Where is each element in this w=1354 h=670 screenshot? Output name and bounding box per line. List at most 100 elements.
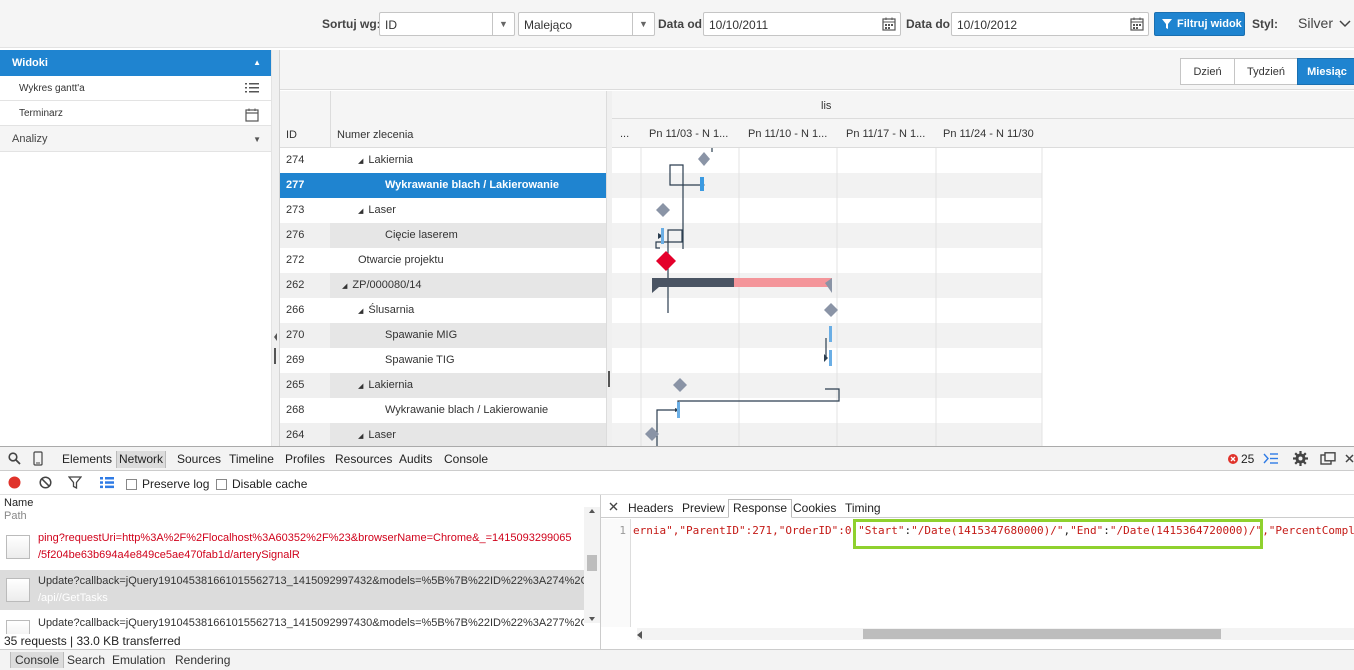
table-row[interactable]: 270 Spawanie MIG: [280, 323, 606, 348]
sort-select[interactable]: ID ▼: [379, 12, 515, 36]
table-row[interactable]: 266 ◢ Ślusarnia: [280, 298, 606, 323]
detail-tab-timing[interactable]: Timing: [845, 501, 881, 515]
table-row[interactable]: 265 ◢ Lakiernia: [280, 373, 606, 398]
response-body[interactable]: 1 ernia","ParentID":271,"OrderID":0,"Sta…: [601, 519, 1354, 627]
dock-icon[interactable]: [1320, 452, 1336, 465]
drawer-toggle-icon[interactable]: [1263, 452, 1279, 465]
panel-splitter[interactable]: [271, 50, 279, 446]
task-name-cell: ◢ Lakiernia: [358, 379, 413, 391]
devtools-tab-resources[interactable]: Resources: [335, 452, 392, 466]
request-row[interactable]: ping?requestUri=http%3A%2F%2Flocalhost%3…: [0, 527, 584, 567]
task-bar-268[interactable]: [677, 402, 680, 418]
filter-view-button[interactable]: Filtruj widok: [1154, 12, 1245, 36]
analysis-section-header[interactable]: Analizy ▼: [0, 126, 271, 152]
file-icon: [6, 578, 30, 602]
calendar-icon[interactable]: [880, 15, 898, 33]
clear-icon[interactable]: [39, 476, 52, 489]
detail-tab-cookies[interactable]: Cookies: [793, 501, 836, 515]
detail-tab-headers[interactable]: Headers: [628, 501, 673, 515]
record-icon[interactable]: [8, 476, 21, 489]
task-bar-276[interactable]: [661, 228, 664, 244]
summary-bar-262-complete[interactable]: [652, 278, 734, 287]
drawer-tab-emulation[interactable]: Emulation: [112, 653, 165, 667]
table-row[interactable]: 272 Otwarcie projektu: [280, 248, 606, 273]
task-id: 264: [286, 429, 305, 441]
detail-tab-preview[interactable]: Preview: [682, 501, 725, 515]
collapse-icon[interactable]: ◢: [358, 433, 363, 440]
mobile-device-icon[interactable]: [33, 451, 43, 466]
order-select[interactable]: Malejąco ▼: [518, 12, 655, 36]
table-row[interactable]: 276 Cięcie laserem: [280, 223, 606, 248]
view-button-month[interactable]: Miesiąc: [1297, 58, 1354, 85]
view-button-day[interactable]: Dzień: [1180, 58, 1235, 85]
column-header-order-number[interactable]: Numer zlecenia: [337, 129, 413, 141]
task-bar-269[interactable]: [829, 350, 832, 366]
drawer-tab-console[interactable]: Console: [10, 652, 65, 668]
table-row[interactable]: 273 ◢ Laser: [280, 198, 606, 223]
line-numbers: 1: [601, 519, 631, 627]
calendar-icon[interactable]: [1128, 15, 1146, 33]
date-from-input[interactable]: 10/10/2011: [703, 12, 901, 36]
request-name: ping?requestUri=http%3A%2F%2Flocalhost%3…: [38, 532, 572, 544]
view-item-schedule[interactable]: Terminarz: [0, 101, 271, 126]
summary-bar-262-remaining[interactable]: [734, 278, 832, 287]
column-header-id[interactable]: ID: [286, 129, 297, 141]
response-hscrollbar[interactable]: [637, 628, 1354, 640]
table-row[interactable]: 277 Wykrawanie blach / Lakierowanie: [280, 173, 606, 198]
search-icon[interactable]: [8, 452, 21, 465]
view-item-label: Wykres gantt'a: [19, 83, 85, 94]
task-bar-277[interactable]: [700, 177, 704, 191]
drawer-tab-search[interactable]: Search: [67, 653, 105, 667]
chevron-down-icon[interactable]: ▼: [632, 13, 654, 35]
table-row[interactable]: 268 Wykrawanie blach / Lakierowanie: [280, 398, 606, 423]
collapse-icon[interactable]: ◢: [358, 158, 363, 165]
table-row[interactable]: 262 ◢ ZP/000080/14: [280, 273, 606, 298]
chevron-down-icon[interactable]: ▼: [492, 13, 514, 35]
table-row[interactable]: 274 ◢ Lakiernia: [280, 148, 606, 173]
request-row[interactable]: Update?callback=jQuery191045381661015562…: [0, 612, 584, 634]
scrollbar-thumb[interactable]: [863, 629, 1221, 639]
style-select[interactable]: Silver: [1298, 15, 1351, 31]
collapse-icon[interactable]: ◢: [358, 208, 363, 215]
collapse-icon[interactable]: ◢: [358, 308, 363, 315]
collapse-icon[interactable]: ◢: [342, 283, 347, 290]
devtools-tab-audits[interactable]: Audits: [399, 452, 432, 466]
devtools-tab-profiles[interactable]: Profiles: [285, 452, 325, 466]
drawer-tab-rendering[interactable]: Rendering: [175, 653, 230, 667]
gear-icon[interactable]: [1293, 451, 1308, 466]
collapse-icon[interactable]: ◢: [358, 383, 363, 390]
list-view-icon[interactable]: [99, 476, 115, 489]
detail-tab-response[interactable]: Response: [728, 499, 793, 518]
request-list-scrollbar[interactable]: [584, 507, 600, 623]
date-to-input[interactable]: 10/10/2012: [951, 12, 1149, 36]
view-button-week[interactable]: Tydzień: [1234, 58, 1298, 85]
devtools-tab-sources[interactable]: Sources: [177, 452, 221, 466]
request-list-header[interactable]: Name Path: [4, 497, 33, 523]
request-path: /5f204be63b694a4e849ce5ae470fab1d/artery…: [38, 549, 300, 561]
devtools-tab-network[interactable]: Network: [116, 451, 167, 468]
filter-icon[interactable]: [68, 476, 82, 489]
request-row[interactable]: Update?callback=jQuery191045381661015562…: [0, 570, 604, 610]
view-item-gantt[interactable]: Wykres gantt'a: [0, 76, 271, 101]
close-icon[interactable]: [1345, 454, 1354, 463]
devtools-tab-timeline[interactable]: Timeline: [229, 452, 274, 466]
chevron-down-icon: [1339, 20, 1351, 28]
error-counter[interactable]: 25: [1228, 452, 1254, 466]
table-row[interactable]: 264 ◢ Laser: [280, 423, 606, 448]
week-label: ...: [620, 128, 630, 140]
preserve-log-checkbox[interactable]: Preserve log: [126, 477, 209, 491]
task-bar-270[interactable]: [829, 326, 832, 342]
close-icon[interactable]: [609, 502, 618, 511]
file-icon: [6, 620, 30, 634]
devtools-tab-console[interactable]: Console: [444, 452, 488, 466]
scrollbar-arrows-icon: [587, 509, 597, 621]
devtools-tab-elements[interactable]: Elements: [62, 452, 112, 466]
milestone-266[interactable]: [824, 303, 838, 317]
views-panel-header[interactable]: Widoki ▲: [0, 50, 271, 76]
milestone-273[interactable]: [656, 203, 670, 217]
scroll-left-icon[interactable]: [637, 631, 643, 639]
milestone-272[interactable]: [656, 251, 676, 271]
disable-cache-checkbox[interactable]: Disable cache: [216, 477, 307, 491]
table-row[interactable]: 269 Spawanie TIG: [280, 348, 606, 373]
milestone-274[interactable]: [698, 152, 710, 166]
